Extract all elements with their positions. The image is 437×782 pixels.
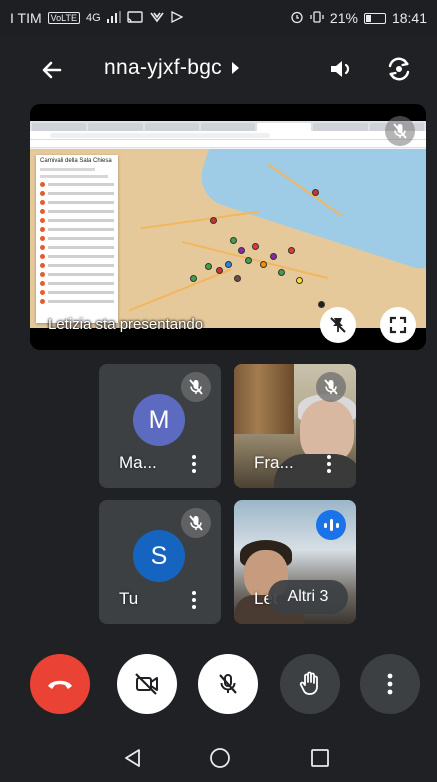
browser-bookmarks [30,140,426,148]
meeting-header: nna-yjxf-bgc [0,36,437,102]
camera-off-icon [135,673,158,695]
participant-tile[interactable]: M Ma... [99,364,221,488]
participant-name: Tu [119,589,139,608]
fullscreen-icon [389,316,407,334]
leave-call-button[interactable] [30,654,90,714]
hand-icon [299,671,318,695]
chevron-right-icon [231,62,239,74]
shared-screen: Carnivali della Sala Chiesa [30,121,426,328]
participant-mic-status [181,372,211,402]
volte-badge: VoLTE [47,12,80,24]
presentation-tile[interactable]: Carnivali della Sala Chiesa Letizia sta … [30,104,426,350]
browser-tabs [30,121,426,131]
battery-percent: 21% [329,10,358,26]
alarm-icon [290,10,304,27]
signal-icon [106,10,121,26]
participant-mic-status [181,508,211,538]
more-participants-pill[interactable]: Altri 3 [268,580,348,614]
meeting-title-button[interactable]: nna-yjxf-bgc [104,56,239,80]
participant-tile[interactable]: Fra... [234,364,356,488]
speaker-icon [331,61,350,77]
network-type: 4G [86,12,101,24]
switch-camera-icon [388,57,410,81]
switch-camera-button[interactable] [383,53,415,85]
mic-off-icon [393,123,407,139]
nav-back-button[interactable] [121,746,145,770]
presenting-caption: Letizia sta presentando [48,316,204,333]
play-store-icon [171,10,184,26]
status-bar: I TIM VoLTE 4G 21% 18:41 [0,0,437,36]
more-options-button[interactable] [360,654,420,714]
presenter-mic-status [385,116,415,146]
nav-home-button[interactable] [208,746,232,770]
vibrate-icon [310,10,324,27]
participant-more-button[interactable] [189,452,199,476]
speaking-indicator-icon [316,510,346,540]
browser-url-bar [30,131,426,140]
clock: 18:41 [391,10,427,26]
camera-toggle-button[interactable] [117,654,177,714]
battery-icon [363,12,386,24]
system-navigation-bar [0,728,437,782]
participant-more-button[interactable] [324,452,334,476]
microphone-toggle-button[interactable] [198,654,258,714]
participant-more-button[interactable] [189,588,199,612]
arrow-left-icon [42,61,62,79]
unpin-button[interactable] [320,307,356,343]
mic-off-icon [219,674,237,694]
cast-icon [126,10,143,26]
shared-map: Carnivali della Sala Chiesa [30,149,426,328]
avatar: S [133,530,185,582]
back-button[interactable] [38,56,66,84]
self-tile[interactable]: S Tu [99,500,221,624]
call-controls [0,650,437,714]
mic-off-icon [189,379,203,395]
data-saver-icon [149,10,165,26]
more-vertical-icon [387,673,393,695]
unpin-icon [330,317,346,333]
raise-hand-button[interactable] [280,654,340,714]
mic-off-icon [189,515,203,531]
participant-name: Ma... [119,453,157,472]
fullscreen-button[interactable] [380,307,416,343]
map-side-panel: Carnivali della Sala Chiesa [36,155,118,323]
speaker-button[interactable] [325,53,357,85]
hang-up-icon [48,680,72,689]
circle-home-icon [210,748,230,768]
map-panel-title: Carnivali della Sala Chiesa [40,158,112,164]
triangle-back-icon [125,749,140,767]
participant-name: Fra... [254,453,294,472]
avatar: M [133,394,185,446]
meeting-code: nna-yjxf-bgc [104,56,222,79]
square-recents-icon [311,749,329,767]
mic-off-icon [324,379,338,395]
participant-mic-status [316,372,346,402]
nav-recents-button[interactable] [308,746,332,770]
carrier-label: I TIM [10,10,42,26]
